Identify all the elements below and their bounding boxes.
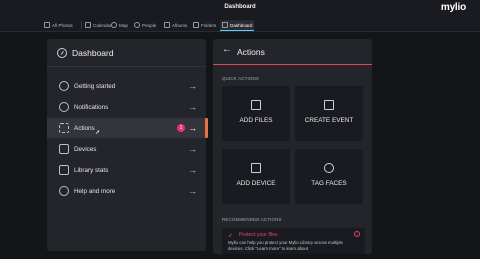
sidebar-item-label: Getting started bbox=[74, 82, 116, 90]
photos-icon bbox=[44, 22, 50, 28]
recommended-actions-label: RECOMMENDED ACTIONS bbox=[222, 217, 282, 222]
arrow-right-icon: → bbox=[188, 81, 197, 91]
help-icon bbox=[59, 186, 69, 196]
nav-calendar[interactable]: Calendar bbox=[85, 20, 112, 30]
arrow-right-icon: → bbox=[188, 102, 197, 112]
title-bar: Dashboard mylio bbox=[0, 0, 480, 17]
sidebar-item-devices[interactable]: Devices → bbox=[47, 139, 206, 159]
tile-label: TAG FACES bbox=[311, 180, 347, 187]
create-event-icon bbox=[324, 100, 334, 110]
nav-albums[interactable]: Albums bbox=[164, 20, 187, 30]
actions-icon bbox=[59, 123, 69, 133]
mylio-logo: mylio bbox=[440, 2, 466, 13]
arrow-right-icon: → bbox=[188, 144, 197, 154]
top-nav: All Photos Calendar Map People Albums Fo… bbox=[0, 17, 480, 32]
cursor-icon: ➚ bbox=[95, 130, 101, 136]
arrow-right-icon: → bbox=[188, 186, 197, 196]
tile-label: CREATE EVENT bbox=[304, 117, 354, 124]
dashboard-icon bbox=[222, 22, 228, 28]
sidebar-item-label: Help and more bbox=[74, 187, 116, 195]
nav-people[interactable]: People bbox=[134, 20, 156, 30]
sidebar-header: Dashboard bbox=[57, 47, 114, 59]
tile-label: ADD DEVICE bbox=[236, 180, 276, 187]
bell-icon bbox=[59, 102, 69, 112]
laptop-icon bbox=[59, 144, 69, 154]
sidebar-item-label: Devices bbox=[74, 145, 97, 153]
nav-separator bbox=[81, 21, 82, 29]
tag-faces-icon bbox=[324, 163, 334, 173]
window-title: Dashboard bbox=[224, 4, 256, 10]
warning-icon: ! bbox=[354, 231, 360, 237]
actions-title: Actions bbox=[237, 47, 265, 57]
calendar-icon bbox=[85, 22, 91, 28]
recommended-title: Protect your files bbox=[239, 232, 278, 238]
gauge-icon bbox=[57, 48, 67, 58]
add-files-tile[interactable]: ADD FILES bbox=[222, 86, 290, 141]
sidebar-item-label: Library stats bbox=[74, 166, 109, 174]
nav-map[interactable]: Map bbox=[111, 20, 128, 30]
folders-icon bbox=[193, 22, 199, 28]
notification-badge: 1 bbox=[177, 124, 185, 132]
nav-folders[interactable]: Folders bbox=[193, 20, 216, 30]
arrow-right-icon: → bbox=[188, 123, 197, 133]
nav-dashboard[interactable]: Dashboard bbox=[220, 20, 255, 31]
sidebar-title: Dashboard bbox=[72, 48, 114, 58]
create-event-tile[interactable]: CREATE EVENT bbox=[295, 86, 363, 141]
people-icon bbox=[134, 22, 140, 28]
sidebar-item-label: Notifications bbox=[74, 103, 109, 111]
add-device-icon bbox=[251, 163, 261, 173]
sidebar-item-actions[interactable]: Actions ➚ 1 → bbox=[47, 118, 208, 138]
add-files-icon bbox=[251, 100, 261, 110]
arrow-right-icon: → bbox=[188, 165, 197, 175]
sidebar-item-label: Actions bbox=[74, 124, 95, 132]
nav-all-photos[interactable]: All Photos bbox=[44, 20, 73, 30]
getting-started-icon bbox=[59, 81, 69, 91]
albums-icon bbox=[164, 22, 170, 28]
recommended-card[interactable]: ➶ Protect your files ! Mylio can help yo… bbox=[222, 228, 365, 254]
sidebar-item-help[interactable]: Help and more → bbox=[47, 181, 206, 201]
add-device-tile[interactable]: ADD DEVICE bbox=[222, 149, 290, 204]
sidebar-item-library-stats[interactable]: Library stats → bbox=[47, 160, 206, 180]
quick-actions-label: QUICK ACTIONS bbox=[222, 76, 259, 81]
map-icon bbox=[111, 22, 117, 28]
back-arrow-icon[interactable]: ← bbox=[222, 44, 232, 55]
divider bbox=[47, 66, 206, 67]
tile-label: ADD FILES bbox=[239, 117, 273, 124]
recommended-body: Mylio can help you protect your Mylio Li… bbox=[228, 240, 343, 251]
sidebar-item-notifications[interactable]: Notifications → bbox=[47, 97, 206, 117]
actions-panel: ← Actions QUICK ACTIONS ADD FILES CREATE… bbox=[213, 39, 372, 254]
sidebar-item-getting-started[interactable]: Getting started → bbox=[47, 76, 206, 96]
rocket-icon: ➶ bbox=[228, 233, 234, 239]
dashboard-sidebar: Dashboard Getting started → Notification… bbox=[47, 39, 208, 251]
actions-header: ← Actions bbox=[213, 39, 372, 65]
tag-faces-tile[interactable]: TAG FACES bbox=[295, 149, 363, 204]
stack-icon bbox=[59, 165, 69, 175]
